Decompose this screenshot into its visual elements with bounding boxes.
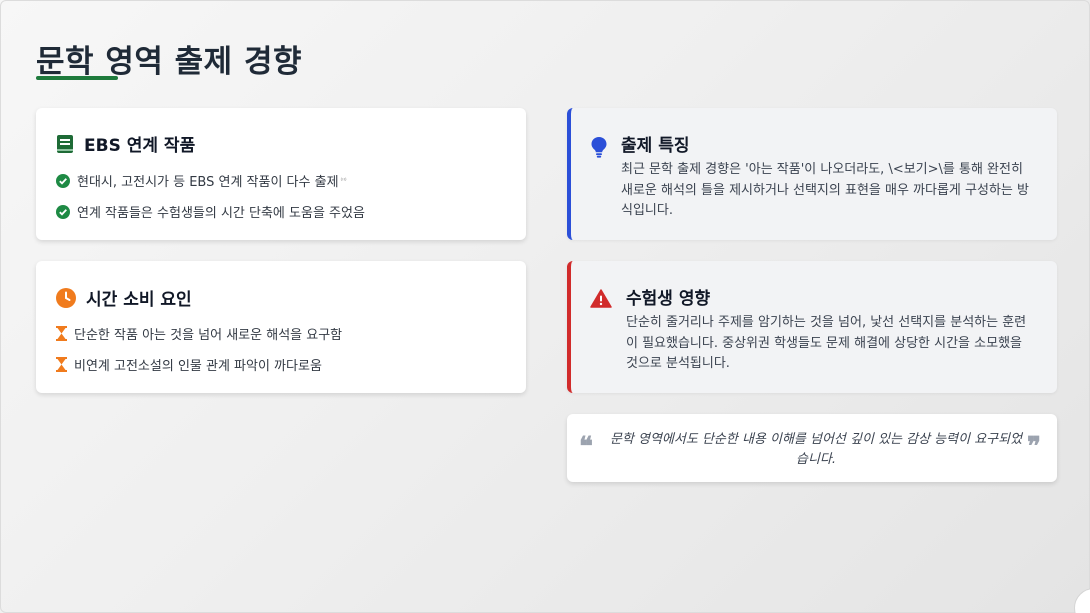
time-card-header: 시간 소비 요인 [56,285,192,310]
ebs-bullet-2: 연계 작품들은 수험생들의 시간 단축에 도움을 주었음 [56,202,365,221]
ebs-bullet-2-text: 연계 작품들은 수험생들의 시간 단축에 도움을 주었음 [77,206,365,221]
time-bullet-1-text: 단순한 작품 아는 것을 넘어 새로운 해석을 요구함 [74,328,343,343]
ebs-bullet-1-text: 현대시, 고전시가 등 EBS 연계 작품이 다수 출제 [77,175,339,190]
feature-card-text: 최근 문학 출제 경향은 '아는 작품'이 나오더라도, \<보기>\를 통해 … [621,162,1029,218]
time-bullet-2-text: 비연계 고전소설의 인물 관계 파악이 까다로움 [74,359,322,374]
clock-icon [56,287,76,308]
impact-card-title: 수험생 영향 [626,289,711,309]
check-circle-icon [56,173,70,188]
hourglass-icon [56,357,67,372]
quote-open-mark: ❝ [579,432,593,462]
lightbulb-icon [590,136,608,162]
quote-text: 문학 영역에서도 단순한 내용 이해를 넘어선 깊이 있는 감상 능력이 요구되… [609,432,1023,467]
check-circle-icon [56,204,70,219]
quote-close-mark: ❞ [1027,432,1041,462]
feature-card-title: 출제 특징 [621,136,690,156]
title-underline [36,76,118,80]
warning-icon [590,289,612,312]
time-bullet-1: 단순한 작품 아는 것을 넘어 새로운 해석을 요구함 [56,324,342,343]
ebs-card-header: EBS 연계 작품 [56,131,195,156]
time-card-title: 시간 소비 요인 [86,290,192,310]
hourglass-icon [56,326,67,341]
footnote-mark: ⁽ᴵᴵ⁾ [340,176,347,185]
page-title: 문학 영역 출제 경향 [36,44,303,80]
book-icon [56,134,74,154]
ebs-card-title: EBS 연계 작품 [84,136,196,156]
time-bullet-2: 비연계 고전소설의 인물 관계 파악이 까다로움 [56,355,322,374]
ebs-bullet-1: 현대시, 고전시가 등 EBS 연계 작품이 다수 출제 ⁽ᴵᴵ⁾ [56,171,347,190]
impact-card-text: 단순히 줄거리나 주제를 암기하는 것을 넘어, 낯선 선택지를 분석하는 훈련… [626,315,1027,371]
